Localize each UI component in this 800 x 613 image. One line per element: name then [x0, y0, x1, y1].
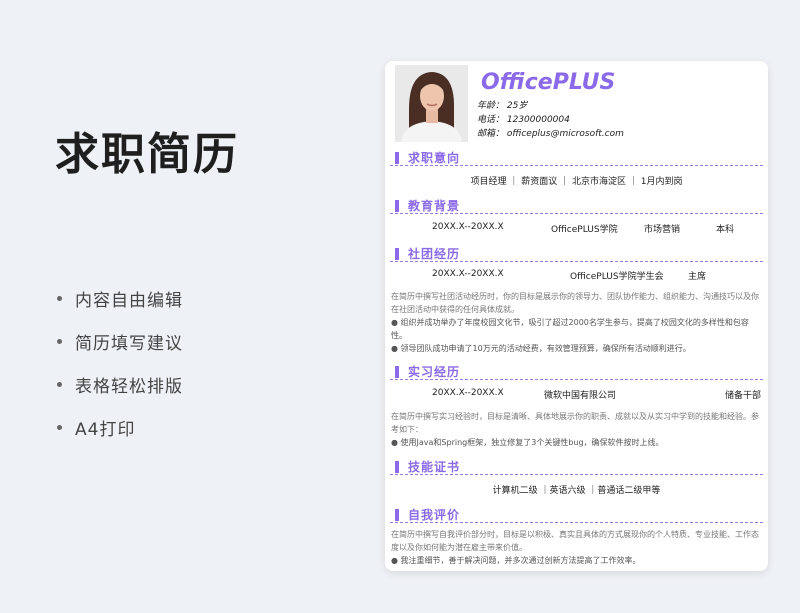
feature-item: A4打印: [57, 416, 183, 440]
self-desc-text: 在简历中撰写自我评价部分时，目标是以积极、真实且具体的方式展现你的个人特质、专业…: [391, 530, 759, 552]
club-bullet: ● 组织并成功举办了年度校园文化节，吸引了超过2000名学生参与，提高了校园文化…: [391, 318, 749, 340]
intention-row: 项目经理 ｜ 薪资面议 ｜ 北京市海淀区 ｜ 1月内到岗: [385, 174, 768, 188]
section-marker-icon: [395, 509, 399, 521]
internship-desc-text: 在简历中撰写实习经验时，目标是清晰、具体地展示你的职责、成就以及从实习中学到的技…: [391, 412, 759, 434]
club-bullet: ● 领导团队成功申请了10万元的活动经费，有效管理预算，确保所有活动顺利进行。: [391, 344, 691, 353]
bullet-dot-icon: [57, 381, 62, 387]
section-header-internship: 实习经历: [390, 362, 763, 380]
internship-description: 在简历中撰写实习经验时，目标是清晰、具体地展示你的职责、成就以及从实习中学到的技…: [391, 410, 760, 449]
section-marker-icon: [395, 248, 399, 260]
internship-role: 储备干部: [725, 391, 762, 401]
internship-row: 20XX.X--20XX.X 微软中国有限公司 储备干部: [385, 388, 768, 402]
resume-preview-card[interactable]: OfficePLUS 年龄： 25岁 电话： 12300000004 邮箱： o…: [385, 61, 768, 571]
bullet-dot-icon: [57, 295, 62, 301]
feature-label: 内容自由编辑: [75, 290, 183, 311]
section-title: 求职意向: [408, 151, 461, 165]
education-degree: 本科: [716, 225, 735, 235]
section-header-skills: 技能证书: [390, 457, 763, 475]
section-title: 社团经历: [408, 247, 461, 261]
personal-info: 年龄： 25岁 电话： 12300000004 邮箱： officeplus@m…: [477, 99, 624, 141]
age-text: 年龄： 25岁: [477, 101, 528, 111]
skills-row: 计算机二级 ｜英语六级 ｜普通话二级甲等: [385, 483, 768, 497]
internship-company: 微软中国有限公司: [544, 391, 617, 401]
section-header-self: 自我评价: [390, 505, 763, 523]
feature-list: 内容自由编辑 简历填写建议 表格轻松排版 A4打印: [57, 287, 183, 459]
feature-label: 表格轻松排版: [75, 376, 183, 397]
club-date: 20XX.X--20XX.X: [432, 269, 504, 279]
club-row: 20XX.X--20XX.X OfficePLUS学院学生会 主席: [385, 269, 768, 283]
section-header-intention: 求职意向: [390, 148, 763, 166]
education-date: 20XX.X--20XX.X: [432, 222, 504, 232]
section-header-club: 社团经历: [390, 244, 763, 262]
section-title: 教育背景: [408, 199, 461, 213]
section-marker-icon: [395, 461, 399, 473]
profile-photo: [395, 65, 468, 142]
education-row: 20XX.X--20XX.X OfficePLUS学院 市场营销 本科: [385, 222, 768, 236]
person-portrait-icon: [395, 65, 468, 142]
section-marker-icon: [395, 366, 399, 378]
club-desc-text: 在简历中撰写社团活动经历时，你的目标是展示你的领导力、团队协作能力、组织能力、沟…: [391, 292, 759, 314]
self-description: 在简历中撰写自我评价部分时，目标是以积极、真实且具体的方式展现你的个人特质、专业…: [391, 528, 760, 567]
intention-text: 项目经理 ｜ 薪资面议 ｜ 北京市海淀区 ｜ 1月内到岗: [470, 177, 683, 187]
left-title: 求职简历: [55, 129, 239, 180]
section-marker-icon: [395, 152, 399, 164]
section-marker-icon: [395, 200, 399, 212]
bullet-dot-icon: [57, 424, 62, 430]
section-title: 自我评价: [408, 508, 461, 522]
section-title: 技能证书: [408, 460, 461, 474]
feature-item: 简历填写建议: [57, 330, 183, 354]
feature-item: 内容自由编辑: [57, 287, 183, 311]
education-major: 市场营销: [644, 225, 681, 235]
section-title: 实习经历: [408, 365, 461, 379]
skills-text: 计算机二级 ｜英语六级 ｜普通话二级甲等: [492, 486, 661, 496]
feature-label: 简历填写建议: [75, 333, 183, 354]
education-school: OfficePLUS学院: [551, 225, 618, 235]
phone-text: 电话： 12300000004: [477, 115, 570, 125]
feature-label: A4打印: [75, 419, 136, 440]
club-org: OfficePLUS学院学生会: [570, 272, 664, 282]
feature-item: 表格轻松排版: [57, 373, 183, 397]
club-description: 在简历中撰写社团活动经历时，你的目标是展示你的领导力、团队协作能力、组织能力、沟…: [391, 290, 760, 355]
club-role: 主席: [688, 272, 707, 282]
section-header-education: 教育背景: [390, 196, 763, 214]
resume-brand-name: OfficePLUS: [481, 70, 616, 95]
bullet-dot-icon: [57, 338, 62, 344]
email-text: 邮箱： officeplus@microsoft.com: [477, 129, 624, 139]
internship-bullet: ● 使用Java和Spring框架，独立修复了3个关键性bug，确保软件按时上线…: [391, 438, 664, 447]
self-bullet: ● 我注重细节，善于解决问题，并多次通过创新方法提高了工作效率。: [391, 556, 641, 565]
internship-date: 20XX.X--20XX.X: [432, 388, 504, 398]
